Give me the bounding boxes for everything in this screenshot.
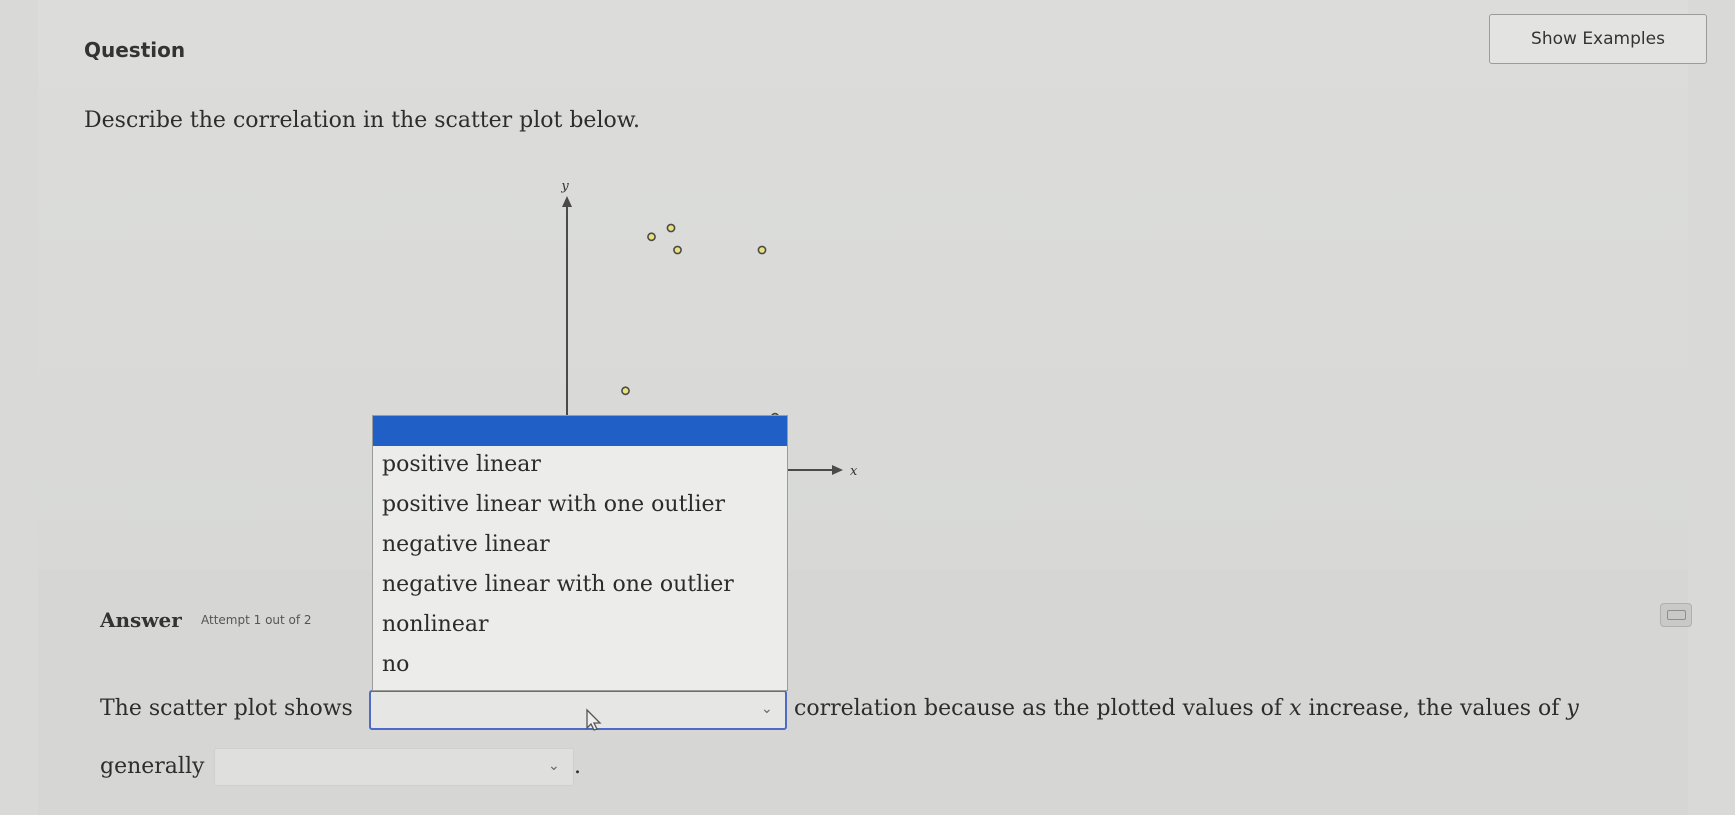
question-label: Question xyxy=(84,38,186,62)
y-axis-label: y xyxy=(560,179,569,194)
show-examples-button[interactable]: Show Examples xyxy=(1489,14,1707,64)
scatter-point-3 xyxy=(673,245,682,255)
dropdown-option-no[interactable]: no xyxy=(382,652,409,677)
keyboard-icon-glyph xyxy=(1667,610,1686,620)
answer-sentence-middle: correlation because as the plotted value… xyxy=(794,696,1579,721)
question-prompt: Describe the correlation in the scatter … xyxy=(84,108,640,133)
chevron-down-icon: ⌄ xyxy=(548,758,560,774)
answer-sentence-start: The scatter plot shows xyxy=(100,696,353,721)
dropdown-option-nonlinear[interactable]: nonlinear xyxy=(382,612,488,637)
keyboard-icon[interactable] xyxy=(1660,603,1692,627)
attempt-counter: Attempt 1 out of 2 xyxy=(201,613,312,627)
question-panel xyxy=(38,0,1688,570)
answer-label: Answer xyxy=(100,608,182,632)
dropdown-option-negative-linear[interactable]: negative linear xyxy=(382,532,550,557)
dropdown-option-positive-linear-outlier[interactable]: positive linear with one outlier xyxy=(382,492,725,517)
answer-sentence-generally: generally xyxy=(100,754,205,779)
x-axis-label: x xyxy=(850,464,858,479)
correlation-dropdown-menu[interactable]: positive linear positive linear with one… xyxy=(372,415,788,691)
chevron-down-icon: ⌄ xyxy=(761,701,773,717)
dropdown-highlight-row[interactable] xyxy=(373,416,787,446)
dropdown-option-negative-linear-outlier[interactable]: negative linear with one outlier xyxy=(382,572,734,597)
trend-direction-select[interactable]: ⌄ xyxy=(214,748,574,786)
mouse-cursor-icon xyxy=(586,708,602,731)
scatter-point-2 xyxy=(666,223,676,233)
scatter-point-5 xyxy=(621,386,630,396)
scatter-point-1 xyxy=(647,232,656,242)
scatter-point-4 xyxy=(757,245,767,255)
sentence-period: . xyxy=(574,754,581,779)
correlation-type-select[interactable]: ⌄ xyxy=(369,690,787,730)
dropdown-option-positive-linear[interactable]: positive linear xyxy=(382,452,541,477)
